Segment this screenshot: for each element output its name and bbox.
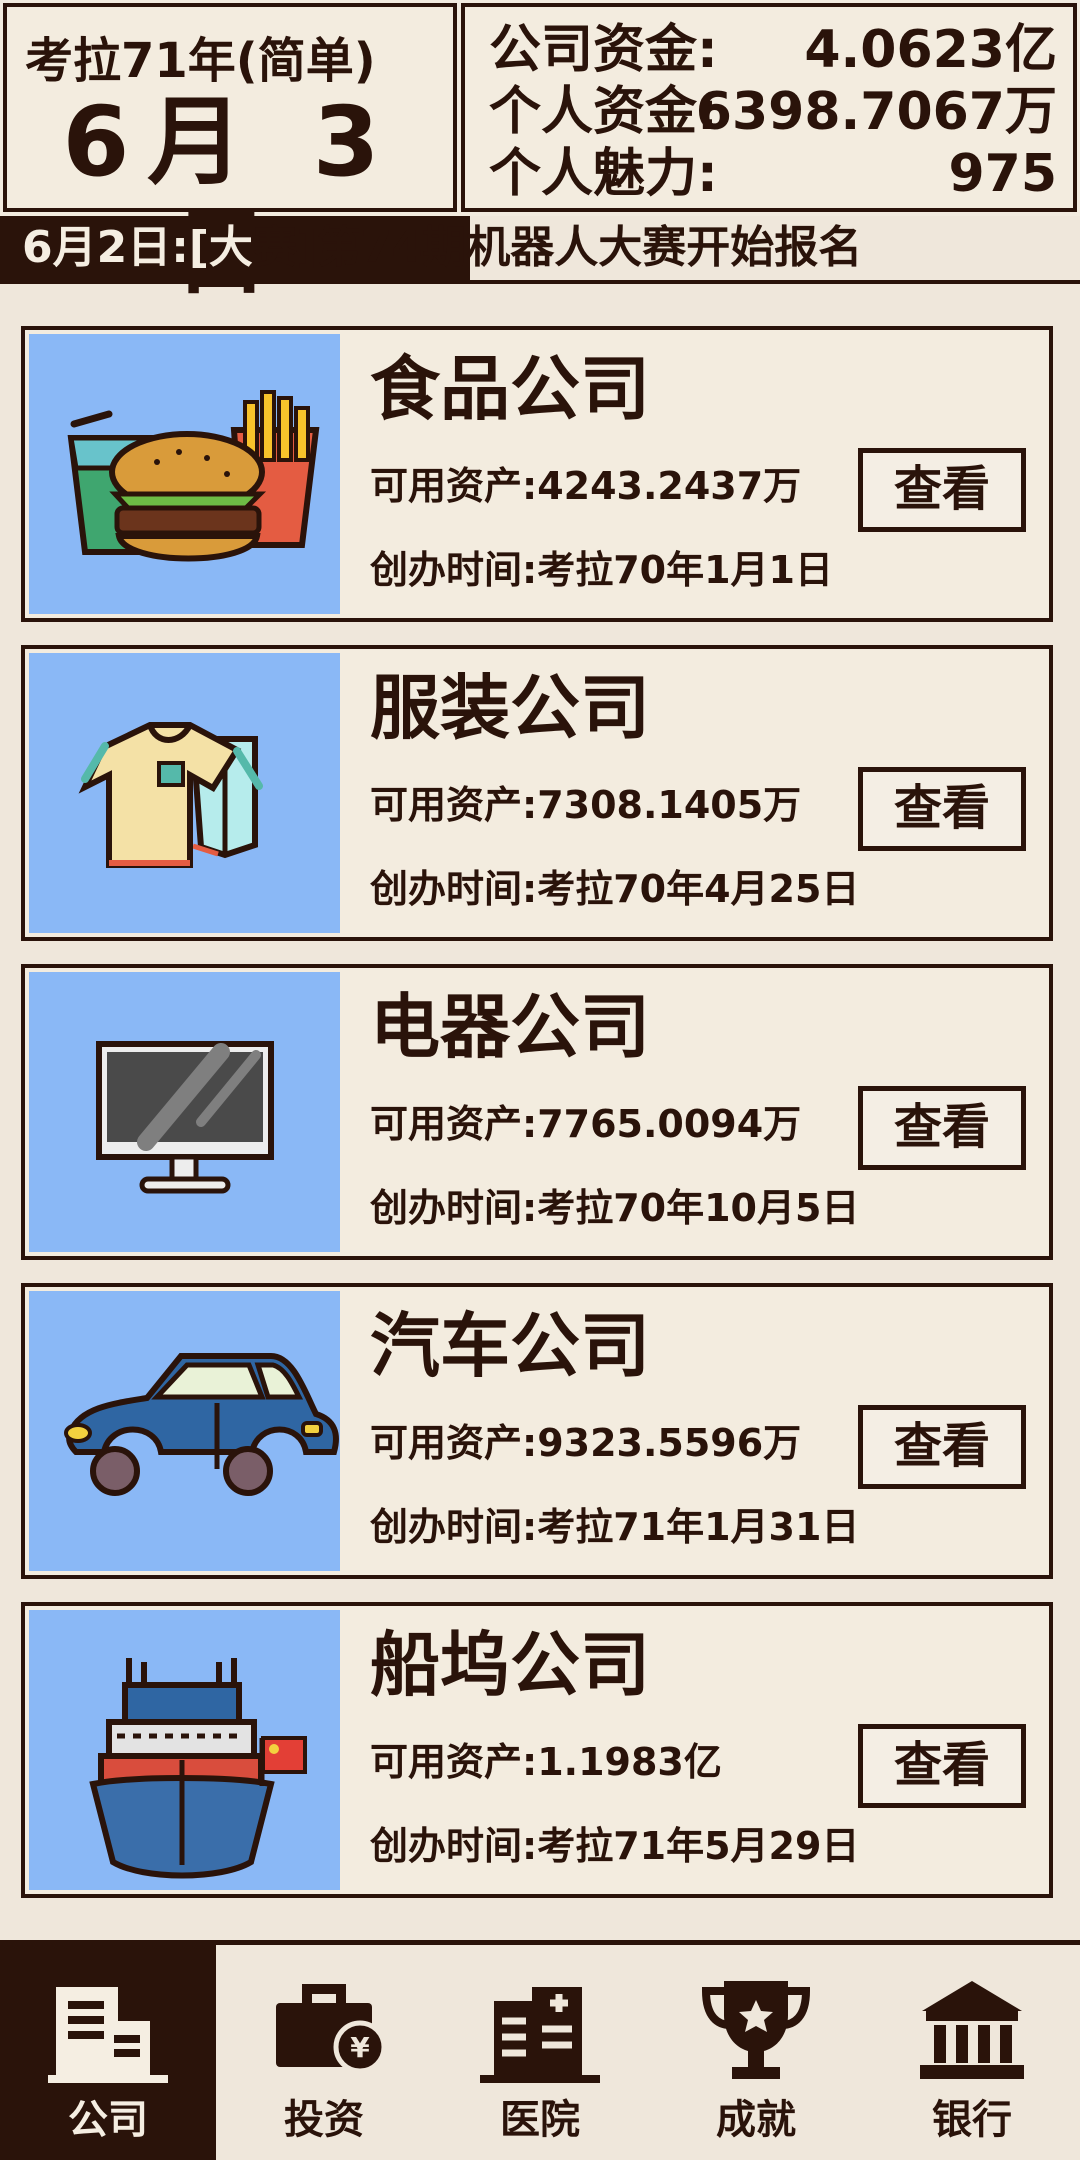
food-icon (67, 390, 320, 562)
bank-icon (920, 1981, 1024, 2079)
game-year-mode: 考拉71年(简单) (25, 33, 376, 89)
company-founded: 创办时间:考拉70年1月1日 (370, 548, 833, 592)
company-funds-label: 公司资金: (489, 20, 718, 80)
nav-bank[interactable]: 银行 (864, 1945, 1080, 2160)
company-funds-row: 公司资金: 4.0623亿 (489, 21, 1057, 79)
company-founded: 创办时间:考拉71年5月29日 (370, 1824, 860, 1868)
nav-label-company: 公司 (68, 2097, 148, 2143)
charisma-label: 个人魅力: (489, 144, 718, 204)
nav-company[interactable]: 公司 (0, 1945, 216, 2160)
car-icon (64, 1353, 339, 1496)
view-company-button[interactable]: 查看 (858, 1405, 1026, 1489)
nav-investment[interactable]: ¥ 投资 (216, 1945, 432, 2160)
company-assets: 可用资产:4243.2437万 (370, 464, 802, 508)
briefcase-icon: ¥ (276, 1984, 384, 2074)
company-card-food: 食品公司 可用资产:4243.2437万 创办时间:考拉70年1月1日 查看 (21, 326, 1053, 622)
view-company-button[interactable]: 查看 (858, 767, 1026, 851)
company-assets: 可用资产:9323.5596万 (370, 1421, 802, 1465)
company-founded: 创办时间:考拉70年10月5日 (370, 1186, 860, 1230)
bottom-navigation: 公司 ¥ 投资 医院 成就 银行 (0, 1940, 1080, 2160)
view-company-button[interactable]: 查看 (858, 1724, 1026, 1808)
company-assets: 可用资产:7765.0094万 (370, 1102, 802, 1146)
company-name: 电器公司 (370, 986, 650, 1068)
nav-label-hospital: 医院 (500, 2097, 580, 2143)
view-company-button[interactable]: 查看 (858, 448, 1026, 532)
charisma-row: 个人魅力: 975 (489, 145, 1057, 203)
company-card-car: 汽车公司 可用资产:9323.5596万 创办时间:考拉71年1月31日 查看 (21, 1283, 1053, 1579)
ship-icon (89, 1658, 307, 1879)
company-name: 食品公司 (370, 348, 650, 430)
view-company-button[interactable]: 查看 (858, 1086, 1026, 1170)
company-name: 汽车公司 (370, 1305, 650, 1387)
nav-hospital[interactable]: 医院 (432, 1945, 648, 2160)
nav-label-bank: 银行 (932, 2097, 1012, 2143)
building-icon (48, 1987, 168, 2083)
resources-panel: 公司资金: 4.0623亿 个人资金: 6398.7067万 个人魅力: 975 (461, 3, 1077, 212)
company-card-clothing: 服装公司 可用资产:7308.1405万 创办时间:考拉70年4月25日 查看 (21, 645, 1053, 941)
svg-text:¥: ¥ (350, 2031, 370, 2064)
personal-funds-value: 6398.7067万 (695, 82, 1057, 142)
company-card-shipyard: 船坞公司 可用资产:1.1983亿 创办时间:考拉71年5月29日 查看 (21, 1602, 1053, 1898)
company-image-shipyard (29, 1610, 340, 1890)
hospital-icon (480, 1987, 600, 2083)
status-header: 考拉71年(简单) 6月 3 日 公司资金: 4.0623亿 个人资金: 639… (0, 0, 1080, 307)
company-image-food (29, 334, 340, 614)
company-funds-value: 4.0623亿 (804, 20, 1057, 80)
clothing-icon (78, 722, 263, 868)
company-image-electronics (29, 972, 340, 1252)
date-panel: 考拉71年(简单) 6月 3 日 (3, 3, 457, 307)
company-assets: 可用资产:1.1983亿 (370, 1740, 722, 1784)
nav-achievements[interactable]: 成就 (648, 1945, 864, 2160)
trophy-icon (701, 1981, 811, 2079)
nav-label-investment: 投资 (284, 2097, 364, 2143)
company-name: 服装公司 (370, 667, 650, 749)
personal-funds-row: 个人资金: 6398.7067万 (489, 83, 1057, 141)
news-ticker: 6月2日:[大赛]第74期机器人大赛开始报名 6月2日:[大赛]第74期机器人大… (0, 216, 1080, 284)
computer-monitor-icon (96, 1041, 274, 1194)
company-image-car (29, 1291, 340, 1571)
company-founded: 创办时间:考拉71年1月31日 (370, 1505, 860, 1549)
company-card-electronics: 电器公司 可用资产:7765.0094万 创办时间:考拉70年10月5日 查看 (21, 964, 1053, 1260)
company-assets: 可用资产:7308.1405万 (370, 783, 802, 827)
company-name: 船坞公司 (370, 1624, 650, 1706)
personal-funds-label: 个人资金: (489, 82, 718, 142)
nav-label-achievements: 成就 (716, 2097, 796, 2143)
company-image-clothing (29, 653, 340, 933)
charisma-value: 975 (948, 144, 1057, 204)
company-founded: 创办时间:考拉70年4月25日 (370, 867, 860, 911)
